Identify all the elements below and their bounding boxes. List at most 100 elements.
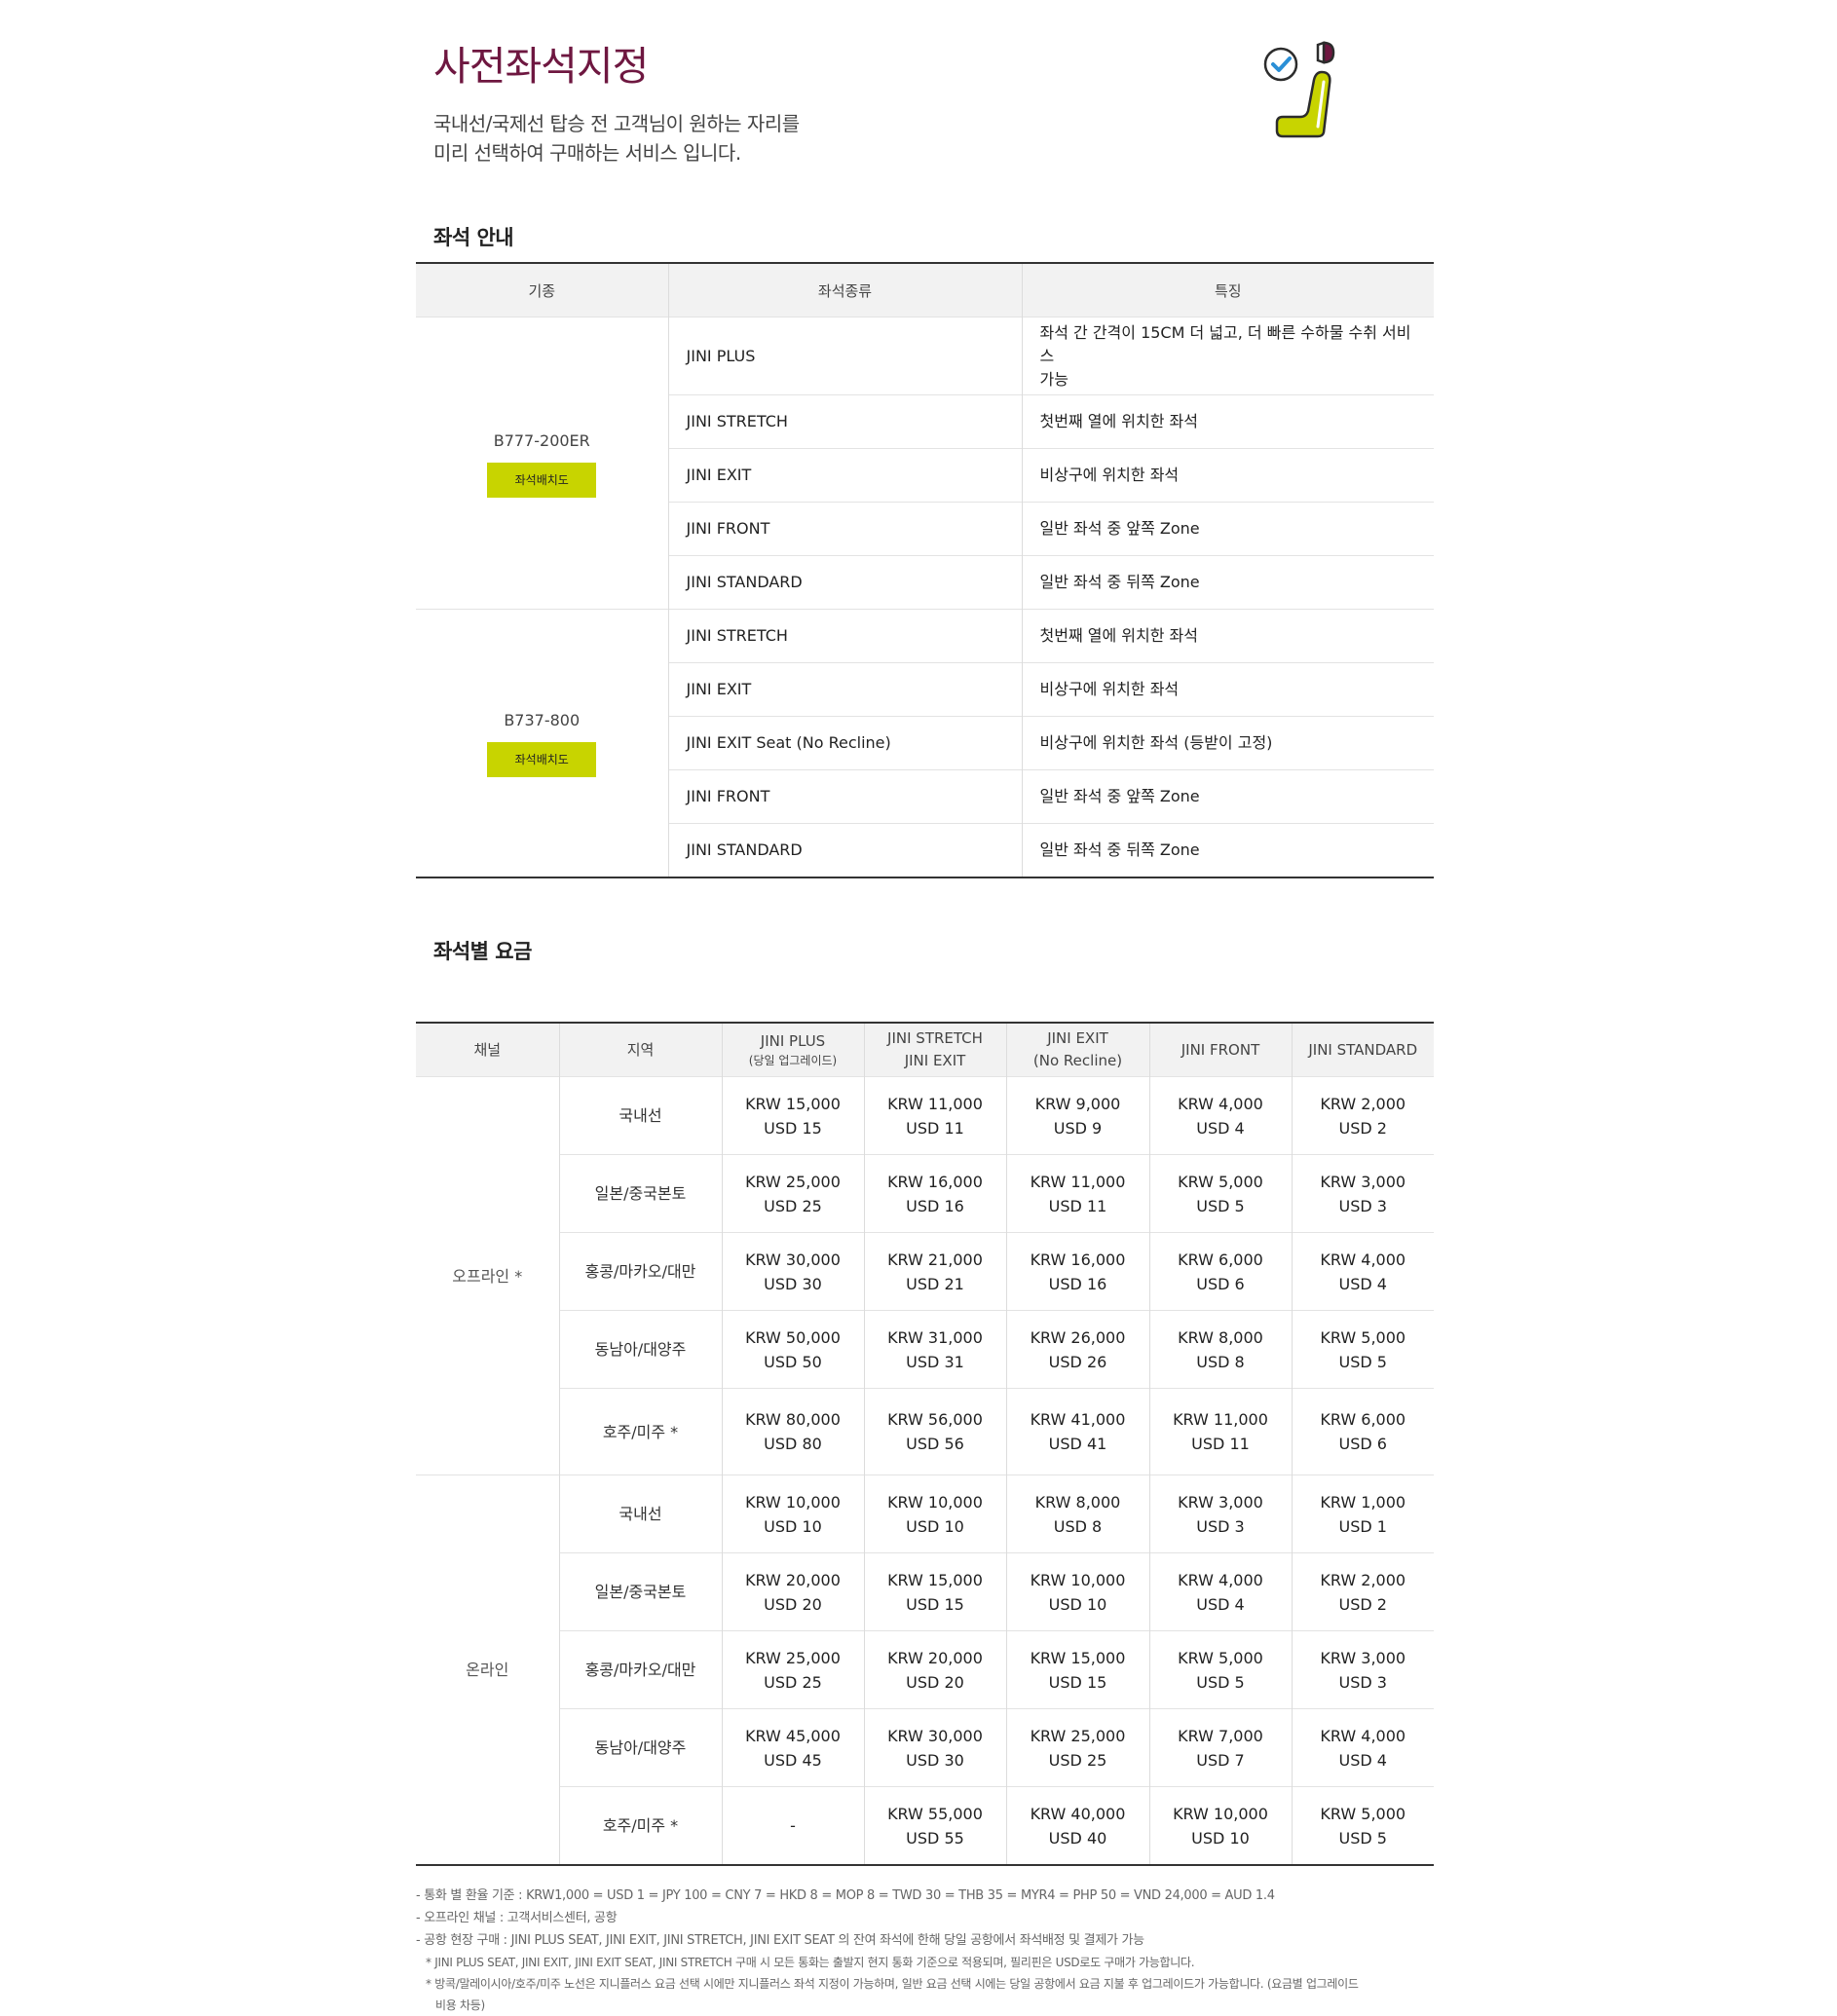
price-krw: KRW 80,000	[745, 1410, 841, 1429]
price-cell: KRW 4,000 USD 4	[1291, 1708, 1434, 1787]
price-usd: USD 8	[1053, 1516, 1103, 1536]
price-krw: KRW 11,000	[1173, 1410, 1268, 1429]
price-krw: KRW 30,000	[887, 1726, 983, 1745]
table-row: B777-200ER 좌석배치도 JINI PLUS 좌석 간 간격이 15CM…	[416, 317, 1434, 610]
price-krw: KRW 4,000	[1320, 1726, 1406, 1745]
price-krw: KRW 15,000	[745, 1094, 841, 1113]
table-row: 홍콩/마카오/대만 KRW 25,000 USD 25 KRW 20,000 USD 2…	[416, 1630, 1434, 1709]
seat-feature: 일반 좌석 중 뒤쪽 Zone	[1021, 823, 1434, 877]
price-cell: KRW 4,000 USD 4	[1148, 1076, 1292, 1155]
seat-feature: 첫번째 열에 위치한 좌석	[1021, 394, 1434, 449]
price-usd: USD 2	[1338, 1118, 1387, 1138]
price-usd: USD 11	[906, 1118, 964, 1138]
table-row: 동남아/대양주 KRW 50,000 USD 50 KRW 31,000 USD 31 K…	[416, 1310, 1434, 1389]
price-krw: KRW 55,000	[887, 1804, 983, 1823]
channel-cell: 온라인	[416, 1475, 559, 1865]
column-header-label: JINI EXIT	[904, 1052, 966, 1069]
price-usd: USD 25	[1048, 1750, 1107, 1770]
price-cell: KRW 5,000 USD 5	[1291, 1310, 1434, 1389]
note-line: - 통화 별 환율 기준 : KRW1,000 = USD 1 = JPY 10…	[416, 1888, 1275, 1903]
price-krw: KRW 10,000	[745, 1492, 841, 1512]
price-krw: KRW 8,000	[1178, 1327, 1263, 1347]
price-krw: KRW 4,000	[1178, 1094, 1263, 1113]
price-krw: KRW 5,000	[1178, 1172, 1263, 1191]
price-usd: USD 25	[764, 1196, 822, 1215]
price-usd: USD 9	[1053, 1118, 1103, 1138]
seat-guide-heading: 좌석 안내	[433, 226, 514, 249]
seat-map-button-b777[interactable]: 좌석배치도	[487, 462, 597, 498]
region-cell: 호주/미주 *	[558, 1786, 722, 1865]
price-krw: KRW 20,000	[887, 1648, 983, 1667]
table-row: 호주/미주 * KRW 80,000 USD 80 KRW 56,000 USD 56 K…	[416, 1388, 1434, 1475]
price-krw: KRW 40,000	[1030, 1804, 1126, 1823]
seat-feature: 좌석 간 간격이 15CM 더 넓고, 더 빠른 수하물 수취 서비스 가능	[1021, 317, 1434, 395]
price-cell: KRW 15,000 USD 15	[863, 1552, 1006, 1631]
price-cell: KRW 15,000 USD 15	[1005, 1630, 1149, 1709]
price-usd: USD 4	[1338, 1750, 1387, 1770]
price-cell: KRW 9,000 USD 9	[1005, 1076, 1149, 1155]
note-line: * 방콕/말레이시아/호주/미주 노선은 지니플러스 요금 선택 시에만 지니플…	[426, 1977, 1359, 1991]
aircraft-model: B777-200ER	[493, 430, 590, 450]
price-cell: KRW 2,000 USD 2	[1291, 1076, 1434, 1155]
seat-feature-line: 가능	[1039, 369, 1068, 389]
fare-table: 채널 지역 JINI PLUS (당일 업그레이드) JINI STRETCH …	[416, 1022, 1434, 1866]
price-krw: KRW 10,000	[1173, 1804, 1268, 1823]
seat-feature: 일반 좌석 중 앞쪽 Zone	[1021, 502, 1434, 556]
price-usd: USD 4	[1196, 1594, 1245, 1614]
price-usd: USD 11	[1048, 1196, 1107, 1215]
description-line: 국내선/국제선 탑승 전 고객님이 원하는 자리를	[433, 112, 800, 135]
price-usd: USD 11	[1191, 1435, 1250, 1453]
price-cell: KRW 31,000 USD 31	[863, 1310, 1006, 1389]
price-usd: USD 50	[764, 1352, 822, 1371]
price-cell: KRW 45,000 USD 45	[721, 1708, 864, 1787]
price-usd: USD 2	[1338, 1594, 1387, 1614]
seat-feature-line: 좌석 간 간격이 15CM 더 넓고, 더 빠른 수하물 수취 서비스	[1039, 322, 1411, 365]
price-usd: USD 20	[906, 1672, 964, 1692]
price-usd: USD 5	[1338, 1352, 1387, 1371]
price-cell: KRW 3,000 USD 3	[1148, 1475, 1292, 1553]
seat-feature: 일반 좌석 중 앞쪽 Zone	[1021, 769, 1434, 824]
region-cell: 동남아/대양주	[558, 1708, 722, 1787]
price-usd: USD 15	[1048, 1672, 1107, 1692]
price-usd: USD 6	[1196, 1274, 1245, 1293]
price-krw: KRW 11,000	[1030, 1172, 1126, 1191]
column-header-jini-exit: JINI EXIT (No Recline)	[1005, 1023, 1149, 1077]
price-krw: KRW 6,000	[1178, 1250, 1263, 1269]
price-krw: KRW 2,000	[1320, 1094, 1406, 1113]
price-cell: KRW 11,000 USD 11	[1148, 1388, 1292, 1475]
table-row: B737-800 좌석배치도 JINI STRETCH 첫번째 열에 위치한 좌…	[416, 609, 1434, 877]
price-krw: KRW 56,000	[887, 1410, 983, 1429]
price-krw: KRW 20,000	[745, 1570, 841, 1589]
note-line: - 공항 현장 구매 : JINI PLUS SEAT, JINI EXIT, …	[416, 1933, 1144, 1948]
price-cell: KRW 40,000 USD 40	[1005, 1786, 1149, 1865]
price-usd: USD 16	[1048, 1274, 1107, 1293]
seat-map-button-b737[interactable]: 좌석배치도	[487, 742, 597, 777]
price-krw: KRW 30,000	[745, 1250, 841, 1269]
column-header-seat-type: 좌석종류	[667, 263, 1022, 317]
price-usd: USD 45	[764, 1750, 822, 1770]
page-description: 국내선/국제선 탑승 전 고객님이 원하는 자리를 미리 선택하여 구매하는 서…	[433, 109, 979, 168]
price-usd: USD 80	[764, 1435, 822, 1453]
price-cell: KRW 4,000 USD 4	[1291, 1232, 1434, 1311]
price-usd: USD 10	[906, 1516, 964, 1536]
price-cell: KRW 6,000 USD 6	[1291, 1388, 1434, 1475]
price-krw: KRW 10,000	[887, 1492, 983, 1512]
price-krw: KRW 26,000	[1030, 1327, 1126, 1347]
price-krw: KRW 25,000	[1030, 1726, 1126, 1745]
price-krw: KRW 16,000	[1030, 1250, 1126, 1269]
price-usd: USD 41	[1048, 1435, 1107, 1453]
price-usd: USD 30	[906, 1750, 964, 1770]
aircraft-cell-b737: B737-800 좌석배치도	[416, 609, 668, 877]
column-header-label: (No Recline)	[1032, 1052, 1123, 1069]
description-line: 미리 선택하여 구매하는 서비스 입니다.	[433, 141, 741, 165]
price-krw: KRW 2,000	[1320, 1570, 1406, 1589]
price-cell: KRW 5,000 USD 5	[1291, 1786, 1434, 1865]
price-cell: KRW 15,000 USD 15	[721, 1076, 864, 1155]
note-line: 비용 차등)	[435, 1998, 485, 2012]
price-usd: USD 55	[906, 1828, 964, 1848]
price-usd: USD 15	[764, 1118, 822, 1138]
seat-type: JINI STRETCH	[667, 394, 1022, 449]
price-cell: KRW 16,000 USD 16	[863, 1154, 1006, 1233]
price-cell: KRW 50,000 USD 50	[721, 1310, 864, 1389]
price-cell: KRW 55,000 USD 55	[863, 1786, 1006, 1865]
